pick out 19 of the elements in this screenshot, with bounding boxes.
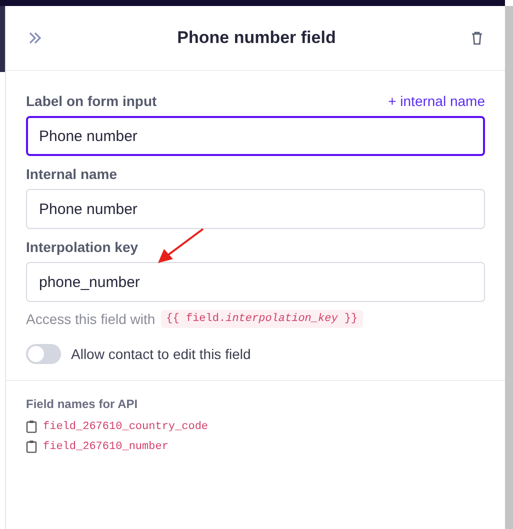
toggle-label: Allow contact to edit this field <box>71 346 251 362</box>
field-label: Interpolation key <box>26 239 138 255</box>
internal-name-link[interactable]: + internal name <box>388 93 485 109</box>
clipboard-icon[interactable] <box>26 440 37 453</box>
panel-title: Phone number field <box>176 28 337 48</box>
input-field[interactable]: phone_number <box>26 262 485 302</box>
delete-button[interactable] <box>469 29 485 47</box>
input-field[interactable]: Phone number <box>26 116 485 156</box>
help-text: Access this field with <box>26 311 156 327</box>
toggle-switch[interactable] <box>26 344 61 364</box>
field-label: Label on form input <box>26 93 157 109</box>
clipboard-icon[interactable] <box>26 420 37 433</box>
input-field[interactable]: Phone number <box>26 189 485 229</box>
section-title: Field names for API <box>26 397 139 411</box>
arrow-annotation <box>158 228 204 263</box>
code-snippet: {{ field.interpolation_key }} <box>161 310 363 328</box>
field-label: Internal name <box>26 166 118 182</box>
api-field-name: field_267610_number <box>43 440 168 452</box>
api-field-name: field_267610_country_code <box>43 420 208 432</box>
